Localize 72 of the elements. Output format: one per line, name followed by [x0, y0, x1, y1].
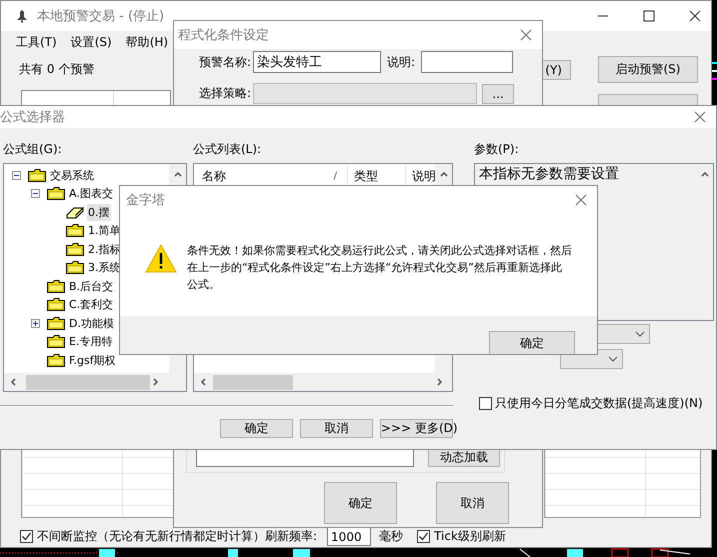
note-field[interactable] — [421, 51, 513, 73]
window-title: 金字塔 — [126, 192, 165, 209]
folder-icon — [28, 168, 46, 182]
menu-item[interactable]: 帮助(H) — [126, 34, 168, 50]
checkbox[interactable] — [20, 530, 33, 543]
start-alert-button[interactable]: 启动预警(S) — [598, 56, 698, 83]
scrollbar[interactable] — [4, 373, 186, 391]
checkbox[interactable] — [417, 530, 430, 543]
tree-item[interactable]: E.专用特 — [68, 333, 114, 350]
maximize-button[interactable] — [643, 10, 655, 22]
cancel-button[interactable]: 取消 — [300, 419, 373, 438]
collapse-icon[interactable] — [31, 189, 40, 198]
tree-item[interactable]: F.gsf期权 — [68, 352, 117, 369]
tree-item[interactable]: C.套利交 — [68, 296, 114, 314]
checkbox-label: 只使用今日分笔成交数据(提高速度)(N) — [495, 395, 703, 412]
ok-button[interactable]: 确定 — [220, 419, 293, 438]
folder-icon — [47, 335, 65, 348]
chevron-down-icon — [635, 331, 645, 337]
folder-icon — [47, 187, 65, 200]
chevron-down-icon — [608, 356, 618, 362]
checkbox-label: Tick级别刷新 — [434, 528, 506, 545]
checkbox[interactable] — [479, 397, 492, 410]
refresh-rate-field[interactable]: 1000 — [327, 527, 372, 546]
expand-icon[interactable] — [31, 318, 40, 328]
collapse-icon[interactable] — [12, 170, 21, 180]
menu-item[interactable]: 设置(S) — [70, 34, 112, 50]
tree-item[interactable]: D.功能模 — [68, 314, 115, 332]
scrollbar-thumb[interactable] — [26, 374, 150, 390]
warning-icon — [145, 244, 177, 273]
tree-item[interactable]: 交易系统 — [49, 166, 95, 184]
scrollbar-thumb[interactable] — [213, 374, 293, 390]
scroll-up-icon[interactable] — [700, 169, 710, 179]
unit-label: 毫秒 — [379, 528, 404, 545]
field-label: 说明: — [387, 54, 416, 70]
ok-button[interactable]: 确定 — [489, 331, 575, 354]
folder-icon — [47, 298, 65, 312]
message-text: 条件无效！如果你需要程式化交易运行此公式，请关闭此公式选择对话框，然后在上一步的“程式化条件设定”右上方选择“允许程式化交易”然后再重新选择此公式。 — [187, 243, 572, 293]
menu-item[interactable]: 工具(T) — [16, 34, 57, 50]
window-title: 程式化条件设定 — [178, 27, 269, 44]
strategy-field[interactable] — [253, 83, 477, 104]
ok-button[interactable]: 确定 — [324, 482, 397, 524]
folder-icon — [66, 261, 84, 274]
window-title: 本地预警交易 - (停止) — [37, 8, 164, 25]
browse-button[interactable]: ... — [482, 84, 514, 104]
close-button[interactable] — [689, 10, 701, 22]
window-title: 公式选择器 — [0, 109, 65, 126]
scrollbar[interactable] — [194, 373, 452, 391]
scroll-up-icon[interactable] — [438, 169, 448, 179]
tree-item[interactable]: B.后台交 — [68, 278, 114, 295]
chart-edge-drawing — [712, 62, 717, 80]
folder-icon — [66, 242, 84, 256]
alert-count: 共有 0 个预警 — [19, 61, 94, 78]
name-field[interactable]: 染头发特工 — [253, 51, 381, 73]
section-label: 公式列表(L): — [193, 141, 262, 157]
folder-icon — [47, 354, 65, 367]
folder-icon — [47, 316, 65, 330]
section-label: 公式组(G): — [3, 141, 63, 157]
tree-item[interactable]: A.图表交 — [68, 185, 114, 202]
parameter-text: 本指标无参数需要设置 — [479, 165, 619, 183]
checkbox-label: 不间断监控（无论有无新行情都定时计算）刷新频率: — [37, 528, 318, 545]
field-label: 选择策略: — [198, 85, 251, 102]
bell-icon — [15, 9, 29, 23]
tree-item[interactable]: 1.简单 — [87, 222, 122, 240]
field-label: 预警名称: — [198, 54, 251, 70]
section-label: 参数(P): — [474, 141, 520, 157]
tree-item[interactable]: 2.指标 — [87, 240, 122, 258]
scroll-up-icon[interactable] — [172, 169, 182, 179]
folder-icon — [47, 280, 65, 293]
tree-item[interactable]: 0.摆 — [87, 204, 110, 221]
cancel-button[interactable]: 取消 — [436, 482, 509, 524]
eraser-icon — [66, 206, 84, 219]
folder-icon — [66, 224, 84, 238]
